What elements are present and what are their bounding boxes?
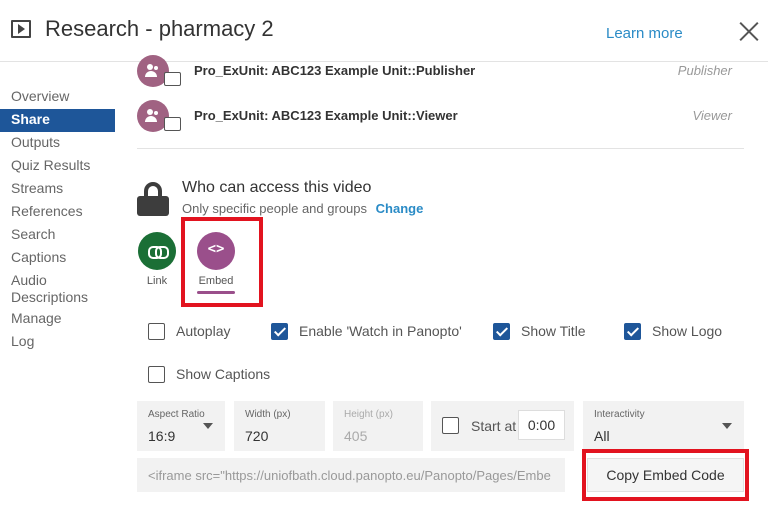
sidebar-item-streams[interactable]: Streams (0, 178, 115, 201)
link-share-button[interactable]: Link (137, 232, 177, 287)
access-title: Who can access this video (182, 179, 372, 196)
permission-row: Pro_ExUnit: ABC123 Example Unit::Publish… (137, 55, 744, 95)
dialog-title: Research - pharmacy 2 (45, 16, 274, 41)
permission-name: Pro_ExUnit: ABC123 Example Unit::Viewer (194, 108, 458, 123)
sidebar-item-log[interactable]: Log (0, 331, 115, 354)
aspect-ratio-select[interactable]: Aspect Ratio 16:9 (137, 401, 225, 451)
section-divider (137, 148, 744, 149)
checkbox-icon (624, 322, 641, 340)
change-access-link[interactable]: Change (376, 201, 424, 216)
sidebar-nav: Overview Share Outputs Quiz Results Stre… (0, 86, 115, 354)
start-at-time-input[interactable]: 0:00 (518, 410, 565, 440)
checkbox-icon (493, 322, 510, 340)
sidebar-item-references[interactable]: References (0, 201, 115, 224)
lock-icon (137, 182, 169, 216)
share-panel: Pro_ExUnit: ABC123 Example Unit::Publish… (137, 55, 749, 509)
sidebar-item-quiz-results[interactable]: Quiz Results (0, 155, 115, 178)
folder-icon (164, 72, 181, 86)
field-value: 405 (344, 428, 368, 444)
field-label: Height (px) (344, 409, 393, 420)
show-logo-checkbox[interactable]: Show Logo (624, 321, 722, 341)
height-input: Height (px) 405 (333, 401, 423, 451)
sidebar-item-search[interactable]: Search (0, 224, 115, 247)
checkbox-label: Show Captions (176, 366, 271, 382)
chevron-down-icon (722, 423, 732, 429)
width-input[interactable]: Width (px) 720 (234, 401, 325, 451)
video-icon (11, 20, 31, 38)
field-value: 720 (245, 428, 269, 444)
checkbox-icon (271, 322, 288, 340)
show-title-checkbox[interactable]: Show Title (493, 321, 586, 341)
field-value: 16:9 (148, 428, 176, 444)
checkbox-icon (148, 365, 165, 383)
sidebar-item-overview[interactable]: Overview (0, 86, 115, 109)
learn-more-link[interactable]: Learn more (606, 25, 683, 42)
sidebar-item-manage[interactable]: Manage (0, 308, 115, 331)
field-label: Interactivity (594, 409, 645, 420)
checkbox-icon (148, 322, 165, 340)
permission-role[interactable]: Viewer (692, 108, 732, 123)
checkbox-label: Enable 'Watch in Panopto' (299, 323, 462, 339)
access-level-text: Only specific people and groups (182, 201, 368, 216)
sidebar-item-audio-descriptions[interactable]: Audio Descriptions (0, 270, 115, 308)
embed-code-field[interactable]: <iframe src="https://uniofbath.cloud.pan… (137, 458, 565, 492)
watch-in-panopto-checkbox[interactable]: Enable 'Watch in Panopto' (271, 321, 462, 341)
show-captions-checkbox[interactable]: Show Captions (148, 364, 270, 384)
start-at-control: Start at 0:00 (431, 401, 574, 451)
dialog-header: Research - pharmacy 2 Learn more (0, 0, 768, 62)
start-at-label: Start at (471, 418, 517, 434)
checkbox-label: Autoplay (176, 323, 231, 339)
autoplay-checkbox[interactable]: Autoplay (148, 321, 230, 341)
link-icon (138, 232, 176, 270)
permission-role[interactable]: Publisher (678, 63, 732, 78)
folder-icon (164, 117, 181, 131)
close-icon[interactable] (736, 18, 762, 44)
field-label: Aspect Ratio (148, 409, 205, 420)
checkbox-label: Show Logo (652, 323, 723, 339)
permission-name: Pro_ExUnit: ABC123 Example Unit::Publish… (194, 63, 476, 78)
access-description: Only specific people and groups Change (182, 201, 423, 216)
sidebar-item-captions[interactable]: Captions (0, 247, 115, 270)
start-at-checkbox[interactable] (442, 417, 459, 434)
highlight-box (181, 217, 263, 307)
permission-row: Pro_ExUnit: ABC123 Example Unit::Viewer … (137, 100, 744, 140)
sidebar-item-share[interactable]: Share (0, 109, 115, 132)
sidebar-item-outputs[interactable]: Outputs (0, 132, 115, 155)
chevron-down-icon (203, 423, 213, 429)
field-value: All (594, 428, 610, 444)
checkbox-label: Show Title (521, 323, 586, 339)
link-label: Link (146, 275, 168, 287)
interactivity-select[interactable]: Interactivity All (583, 401, 744, 451)
field-label: Width (px) (245, 409, 291, 420)
highlight-box (582, 449, 749, 501)
